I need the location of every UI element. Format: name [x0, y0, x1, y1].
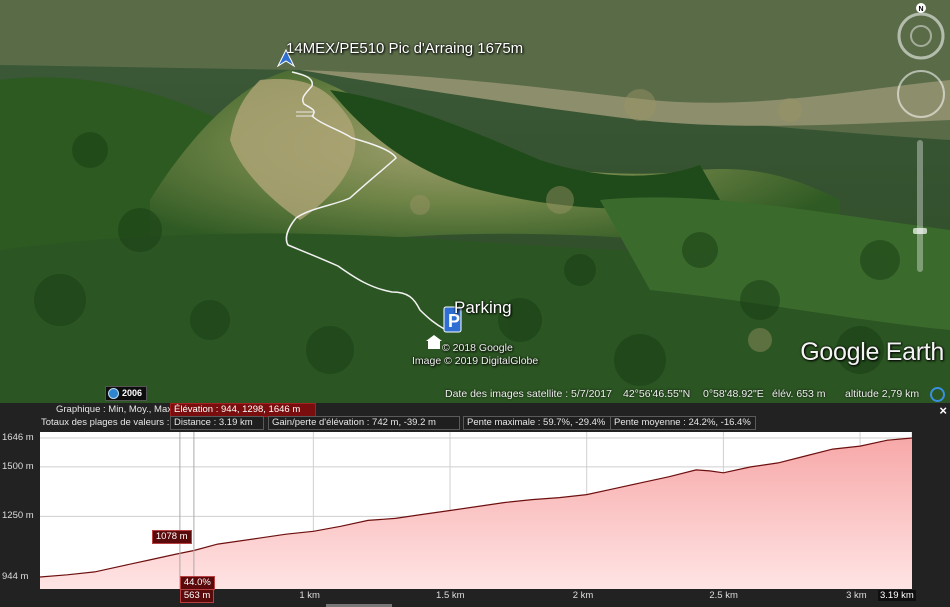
parking-label[interactable]: Parking	[454, 298, 512, 318]
elevation-readout: élév. 653 m	[772, 388, 826, 400]
cursor-distance-tag: 563 m	[179, 589, 215, 603]
streaming-globe-icon	[930, 387, 945, 402]
copyright-line-2: Image © 2019 DigitalGlobe	[412, 355, 539, 367]
x-tick-label: 1 km	[299, 590, 320, 601]
brand-google: Google	[800, 338, 880, 366]
longitude-readout: 0°58'48.92"E	[703, 388, 764, 400]
copyright-line-1: © 2018 Google	[442, 342, 513, 354]
range-totals-label: Totaux des plages de valeurs :	[41, 417, 170, 428]
eye-altitude-readout: altitude 2,79 km	[845, 388, 920, 400]
elevation-chart[interactable]	[40, 432, 912, 589]
y-tick-label: 1250 m	[2, 510, 34, 522]
elevation-profile-panel[interactable]: × Graphique : Min, Moy., Max Élévation :…	[0, 403, 950, 607]
distance-box: Distance : 3.19 km	[170, 416, 264, 430]
zoom-slider-handle[interactable]	[913, 228, 927, 234]
x-tick-label: 3 km	[846, 590, 867, 601]
y-tick-label: 1646 m	[2, 432, 34, 443]
elevation-summary: Élévation : 944, 1298, 1646 m	[170, 403, 316, 417]
zoom-slider[interactable]	[913, 140, 927, 272]
status-bar: Date des images satellite : 5/7/2017 42°…	[0, 385, 950, 403]
elevation-area	[40, 438, 912, 589]
google-earth-logo: Google Earth	[800, 338, 944, 367]
brand-earth: Earth	[879, 338, 945, 366]
gain-loss-box: Gain/perte d'élévation : 742 m, -39.2 m	[268, 416, 460, 430]
copyright-notice: © 2018 Google Image © 2019 DigitalGlobe	[412, 342, 538, 368]
max-slope-box: Pente maximale : 59.7%, -29.4%	[463, 416, 612, 430]
latitude-readout: 42°56'46.55"N	[623, 388, 691, 400]
compass-north-label: N	[919, 6, 924, 13]
x-tick-label: 2 km	[572, 590, 594, 601]
x-tick-label: 3.19 km	[878, 590, 916, 601]
graph-mode-label: Graphique : Min, Moy., Max	[56, 404, 172, 415]
imagery-date: Date des images satellite : 5/7/2017	[445, 388, 612, 400]
earth-3d-view[interactable]: P 14MEX/PE510 Pic d'Arraing 1675m Parkin…	[0, 0, 950, 403]
avg-slope-box: Pente moyenne : 24.2%, -16.4%	[610, 416, 756, 430]
summit-label[interactable]: 14MEX/PE510 Pic d'Arraing 1675m	[286, 40, 523, 57]
y-tick-label: 1500 m	[2, 460, 34, 472]
close-profile-icon[interactable]: ×	[939, 403, 947, 418]
cursor-elevation-tag: 1078 m	[151, 530, 192, 545]
x-tick-label: 2.5 km	[709, 590, 738, 601]
y-tick-label: 944 m	[2, 571, 29, 582]
look-joystick[interactable]	[897, 70, 945, 118]
x-tick-label: 1.5 km	[436, 590, 465, 601]
compass-navigation-control[interactable]: N	[895, 2, 947, 62]
cursor-slope-tag: 44.0%	[179, 576, 215, 590]
